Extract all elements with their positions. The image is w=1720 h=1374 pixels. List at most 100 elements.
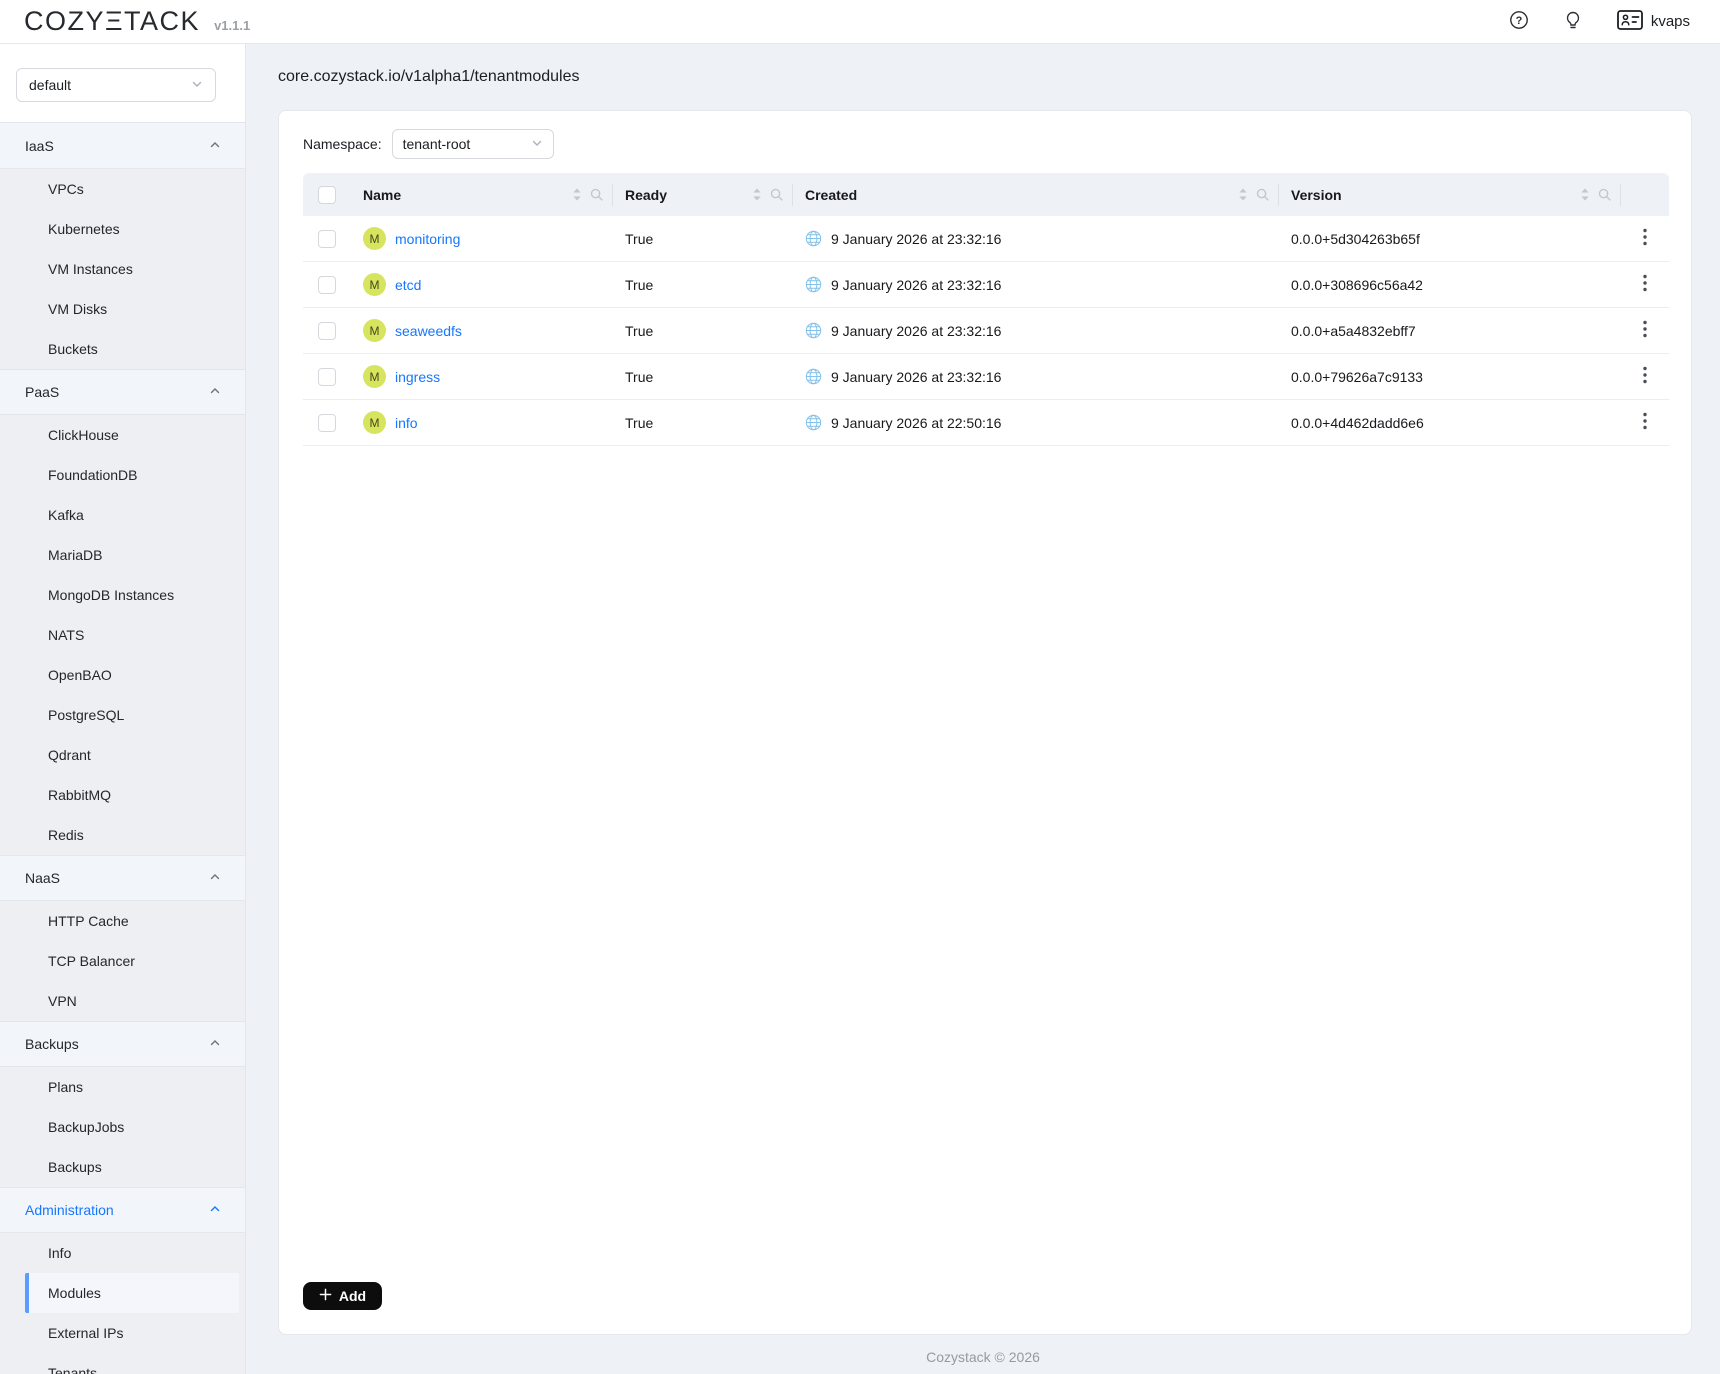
row-checkbox[interactable] <box>318 230 336 248</box>
sidebar-item-kafka[interactable]: Kafka <box>0 495 245 535</box>
sidebar-item-buckets[interactable]: Buckets <box>0 329 245 369</box>
module-name-link-monitoring[interactable]: monitoring <box>395 231 460 247</box>
sidebar-section-label: Backups <box>25 1036 79 1052</box>
row-actions-button[interactable] <box>1639 316 1651 345</box>
table-row: M etcd True 9 January 2026 at 23:32:16 0… <box>303 262 1669 308</box>
chevron-up-icon <box>209 870 221 886</box>
column-header-created: Created <box>793 173 1279 216</box>
add-button[interactable]: Add <box>303 1282 382 1310</box>
sidebar-item-foundationdb[interactable]: FoundationDB <box>0 455 245 495</box>
breadcrumb: core.cozystack.io/v1alpha1/tenantmodules <box>246 44 1720 110</box>
ready-value: True <box>625 369 653 385</box>
module-badge: M <box>363 365 386 388</box>
namespace-select[interactable]: tenant-root <box>392 129 554 159</box>
sort-icon[interactable] <box>1238 187 1248 202</box>
sidebar-item-postgresql[interactable]: PostgreSQL <box>0 695 245 735</box>
sort-icon[interactable] <box>752 187 762 202</box>
chevron-up-icon <box>209 1202 221 1218</box>
theme-toggle-button[interactable] <box>1563 10 1583 33</box>
sidebar-item-mongodb-instances[interactable]: MongoDB Instances <box>0 575 245 615</box>
search-icon[interactable] <box>1256 188 1269 201</box>
ready-value: True <box>625 231 653 247</box>
sidebar-section-label: Administration <box>25 1202 114 1218</box>
sidebar-item-clickhouse[interactable]: ClickHouse <box>0 415 245 455</box>
sidebar-section-backups[interactable]: Backups <box>0 1021 245 1067</box>
sidebar-item-nats[interactable]: NATS <box>0 615 245 655</box>
globe-icon <box>805 322 822 339</box>
sidebar-item-openbao[interactable]: OpenBAO <box>0 655 245 695</box>
kebab-menu-icon <box>1643 366 1647 387</box>
search-icon[interactable] <box>770 188 783 201</box>
row-checkbox[interactable] <box>318 276 336 294</box>
sidebar-item-label: TCP Balancer <box>48 953 135 969</box>
cluster-select[interactable]: default <box>16 68 216 102</box>
sidebar-item-vm-instances[interactable]: VM Instances <box>0 249 245 289</box>
sidebar-section-label: PaaS <box>25 384 59 400</box>
search-icon[interactable] <box>590 188 603 201</box>
table-row: M monitoring True 9 January 2026 at 23:3… <box>303 216 1669 262</box>
column-header-ready: Ready <box>613 173 793 216</box>
module-name-link-seaweedfs[interactable]: seaweedfs <box>395 323 462 339</box>
chevron-down-icon <box>191 77 203 93</box>
sidebar-section-administration[interactable]: Administration <box>0 1187 245 1233</box>
lightbulb-icon <box>1563 10 1583 33</box>
sidebar-item-external-ips[interactable]: External IPs <box>0 1313 245 1353</box>
main-content: core.cozystack.io/v1alpha1/tenantmodules… <box>246 44 1720 1374</box>
sidebar-section-naas[interactable]: NaaS <box>0 855 245 901</box>
sidebar-item-label: BackupJobs <box>48 1119 124 1135</box>
app-header: COZYΞTACK v1.1.1 ? kvaps <box>0 0 1720 44</box>
column-header-name: Name <box>351 173 613 216</box>
select-all-checkbox[interactable] <box>318 186 336 204</box>
namespace-label: Namespace: <box>303 136 382 152</box>
sidebar-item-info[interactable]: Info <box>0 1233 245 1273</box>
sidebar-item-backups[interactable]: Backups <box>0 1147 245 1187</box>
sidebar-item-tcp-balancer[interactable]: TCP Balancer <box>0 941 245 981</box>
table-header-row: Name Ready Created <box>303 173 1669 216</box>
sidebar-item-tenants[interactable]: Tenants <box>0 1353 245 1374</box>
sidebar-item-backupjobs[interactable]: BackupJobs <box>0 1107 245 1147</box>
namespace-select-value: tenant-root <box>403 136 471 152</box>
row-checkbox[interactable] <box>318 322 336 340</box>
table-row: M info True 9 January 2026 at 22:50:16 0… <box>303 400 1669 446</box>
kebab-menu-icon <box>1643 228 1647 249</box>
module-name-link-info[interactable]: info <box>395 415 418 431</box>
sidebar-item-redis[interactable]: Redis <box>0 815 245 855</box>
footer-copyright: Cozystack © 2026 <box>246 1349 1720 1365</box>
row-actions-button[interactable] <box>1639 224 1651 253</box>
sidebar: default IaaS VPCs Kubernetes VM Instance… <box>0 44 246 1374</box>
sidebar-item-plans[interactable]: Plans <box>0 1067 245 1107</box>
sidebar-item-qdrant[interactable]: Qdrant <box>0 735 245 775</box>
row-checkbox[interactable] <box>318 368 336 386</box>
module-name-link-ingress[interactable]: ingress <box>395 369 440 385</box>
sidebar-item-kubernetes[interactable]: Kubernetes <box>0 209 245 249</box>
sidebar-section-label: NaaS <box>25 870 60 886</box>
sidebar-item-label: MongoDB Instances <box>48 587 174 603</box>
sidebar-item-http-cache[interactable]: HTTP Cache <box>0 901 245 941</box>
row-actions-button[interactable] <box>1639 270 1651 299</box>
sidebar-item-label: VM Disks <box>48 301 107 317</box>
sort-icon[interactable] <box>1580 187 1590 202</box>
sidebar-item-label: Qdrant <box>48 747 91 763</box>
search-icon[interactable] <box>1598 188 1611 201</box>
sidebar-item-vpcs[interactable]: VPCs <box>0 169 245 209</box>
sidebar-item-modules[interactable]: Modules <box>25 1273 239 1313</box>
module-name-link-etcd[interactable]: etcd <box>395 277 421 293</box>
sidebar-item-vpn[interactable]: VPN <box>0 981 245 1021</box>
sidebar-item-mariadb[interactable]: MariaDB <box>0 535 245 575</box>
sidebar-item-rabbitmq[interactable]: RabbitMQ <box>0 775 245 815</box>
sidebar-item-vm-disks[interactable]: VM Disks <box>0 289 245 329</box>
sidebar-section-paas[interactable]: PaaS <box>0 369 245 415</box>
user-menu[interactable]: kvaps <box>1617 10 1690 33</box>
row-actions-button[interactable] <box>1639 362 1651 391</box>
help-button[interactable]: ? <box>1509 10 1529 33</box>
sidebar-item-label: Modules <box>48 1285 101 1301</box>
sidebar-item-label: FoundationDB <box>48 467 138 483</box>
sort-icon[interactable] <box>572 187 582 202</box>
app-version: v1.1.1 <box>214 18 250 33</box>
sidebar-section-iaas[interactable]: IaaS <box>0 123 245 169</box>
row-actions-button[interactable] <box>1639 408 1651 437</box>
username-label: kvaps <box>1651 13 1690 30</box>
module-badge: M <box>363 319 386 342</box>
row-checkbox[interactable] <box>318 414 336 432</box>
globe-icon <box>805 368 822 385</box>
